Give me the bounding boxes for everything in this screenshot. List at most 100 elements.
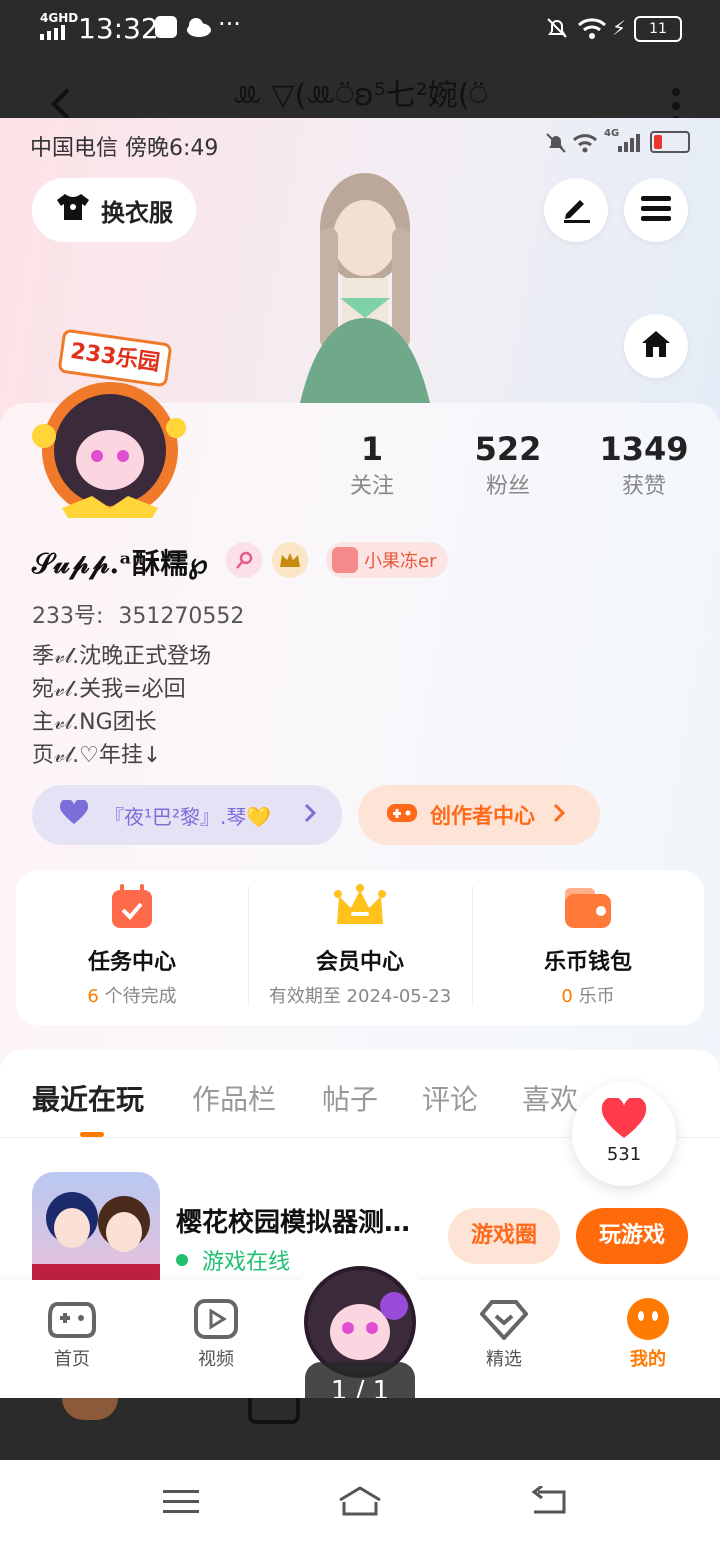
- wallet[interactable]: 乐币钱包 0 乐币: [472, 884, 704, 1008]
- hamburger-icon: [641, 195, 671, 225]
- tab-posts[interactable]: 帖子: [322, 1078, 378, 1118]
- partial-image-icon: [248, 1398, 300, 1424]
- bio: 季𝓋𝓁.沈晚正式登场 宛𝓋𝓁.关我=必回 主𝓋𝓁.NG团长 页𝓋𝓁.♡年挂↓: [32, 640, 211, 772]
- cloud-icon: [185, 16, 213, 42]
- stat-value: 522: [474, 430, 542, 468]
- tshirt-icon: [55, 192, 91, 228]
- crown-icon: [248, 884, 472, 934]
- nickname: 𝒮𝓊𝓅𝓅.ᵃ酥糯℘: [32, 547, 208, 580]
- gender-female-icon: [226, 542, 262, 578]
- recent-apps-icon[interactable]: [163, 1488, 199, 1520]
- house-icon: [640, 329, 672, 363]
- stat-value: 1349: [599, 430, 689, 468]
- signal-icon: [40, 24, 72, 44]
- edit-button[interactable]: [544, 178, 608, 242]
- tiktok-icon: [155, 16, 177, 38]
- crown-badge-icon[interactable]: [272, 542, 308, 578]
- network-indicator: 4GHD: [40, 11, 79, 25]
- dress-up-label: 换衣服: [101, 198, 173, 227]
- chevron-right-icon: [553, 803, 566, 827]
- home-nav-icon[interactable]: [336, 1484, 384, 1522]
- bio-line: 季𝓋𝓁.沈晚正式登场: [32, 644, 212, 669]
- inner-signal-icon: [618, 132, 644, 156]
- group-button[interactable]: 『夜¹巴²黎』.琴💛: [32, 785, 342, 845]
- heart-filled-icon: [572, 1096, 676, 1144]
- tab-recent[interactable]: 最近在玩: [32, 1078, 144, 1118]
- nav-mine[interactable]: 我的: [598, 1298, 698, 1371]
- wallet-icon: [472, 884, 704, 934]
- play-square-icon: [166, 1298, 266, 1345]
- creator-label: 创作者中心: [430, 804, 535, 828]
- mute-icon: [545, 16, 569, 44]
- game-title[interactable]: 樱花校园模拟器测…: [176, 1202, 410, 1239]
- dress-up-button[interactable]: 换衣服: [32, 178, 196, 242]
- wifi-icon: [577, 16, 607, 44]
- task-center-title: 任务中心: [87, 950, 176, 975]
- pet-badge[interactable]: 小果冻er: [326, 542, 449, 578]
- user-id-value: 351270552: [118, 604, 245, 629]
- nav-featured-label: 精选: [486, 1349, 522, 1370]
- task-center-sub: 6 个待完成: [16, 982, 248, 1008]
- calendar-check-icon: [16, 884, 248, 934]
- gamepad-outline-icon: [22, 1298, 122, 1345]
- pet-icon: [332, 547, 358, 573]
- battery-level: 11: [634, 16, 682, 42]
- vip-center-title: 会员中心: [315, 950, 404, 975]
- inner-network: 4G: [604, 128, 620, 139]
- tab-likes[interactable]: 喜欢: [522, 1078, 578, 1118]
- nav-video-label: 视频: [198, 1349, 234, 1370]
- stat-followers[interactable]: 522 粉丝: [458, 430, 558, 500]
- creator-center-button[interactable]: 创作者中心: [358, 785, 600, 845]
- back-nav-icon[interactable]: [530, 1484, 568, 1520]
- game-status-label: 游戏在线: [202, 1250, 291, 1275]
- viewer-title: ꔛ ▽(ꔛ⍥ʚ⁵七²婉(⍥: [232, 78, 488, 113]
- bio-line: 页𝓋𝓁.♡年挂↓: [32, 743, 162, 768]
- task-sub-text: 个待完成: [104, 986, 177, 1007]
- like-count: 531: [606, 1144, 642, 1165]
- heart-icon: [58, 798, 90, 830]
- inner-battery-icon: [650, 131, 690, 153]
- menu-button[interactable]: [624, 178, 688, 242]
- group-label: 『夜¹巴²黎』.琴💛: [104, 804, 272, 829]
- vip-center[interactable]: 会员中心 有效期至 2024-05-23: [248, 884, 472, 1008]
- character-avatar[interactable]: [280, 168, 450, 403]
- like-float-button[interactable]: 531: [572, 1082, 676, 1186]
- chevron-right-icon: [304, 803, 317, 827]
- stat-label: 关注: [349, 474, 394, 499]
- inner-carrier-time: 中国电信 傍晚6:49: [30, 136, 219, 161]
- inner-wifi-icon: [572, 132, 598, 158]
- stat-following[interactable]: 1 关注: [322, 430, 422, 500]
- game-circle-button[interactable]: 游戏圈: [448, 1208, 560, 1264]
- task-center[interactable]: 任务中心 6 个待完成: [16, 884, 248, 1008]
- tab-comments[interactable]: 评论: [422, 1078, 478, 1118]
- inner-mute-icon: [545, 132, 567, 158]
- coin-unit: 乐币: [578, 986, 615, 1007]
- nav-home[interactable]: 首页: [22, 1298, 122, 1371]
- nav-home-label: 首页: [54, 1349, 90, 1370]
- task-count: 6: [87, 986, 99, 1007]
- wallet-sub: 0 乐币: [472, 982, 704, 1008]
- status-time: 13:32: [78, 12, 159, 45]
- user-id[interactable]: 233号: 351270552: [32, 598, 244, 630]
- online-dot-icon: [176, 1254, 188, 1266]
- face-icon: [598, 1298, 698, 1345]
- bio-line: 宛𝓋𝓁.关我=必回: [32, 677, 186, 702]
- more-status: ···: [218, 10, 241, 38]
- stat-label: 粉丝: [485, 474, 530, 499]
- user-id-label: 233号:: [32, 604, 104, 629]
- stat-likes[interactable]: 1349 获赞: [594, 430, 694, 500]
- pet-badge-label: 小果冻er: [364, 551, 437, 572]
- charging-icon: ⚡: [612, 16, 627, 40]
- bio-line: 主𝓋𝓁.NG团长: [32, 710, 157, 735]
- nav-video[interactable]: 视频: [166, 1298, 266, 1371]
- coin-count: 0: [561, 986, 573, 1007]
- play-game-button[interactable]: 玩游戏: [576, 1208, 688, 1264]
- tab-works[interactable]: 作品栏: [192, 1078, 276, 1118]
- stat-label: 获赞: [621, 474, 666, 499]
- phone-status-bar: 4GHD 13:32 ··· ⚡ 11: [0, 0, 720, 58]
- nav-mine-label: 我的: [630, 1349, 666, 1370]
- profile-avatar[interactable]: [22, 368, 198, 518]
- nav-featured[interactable]: 精选: [454, 1298, 554, 1371]
- pen-icon: [560, 192, 592, 228]
- home-button[interactable]: [624, 314, 688, 378]
